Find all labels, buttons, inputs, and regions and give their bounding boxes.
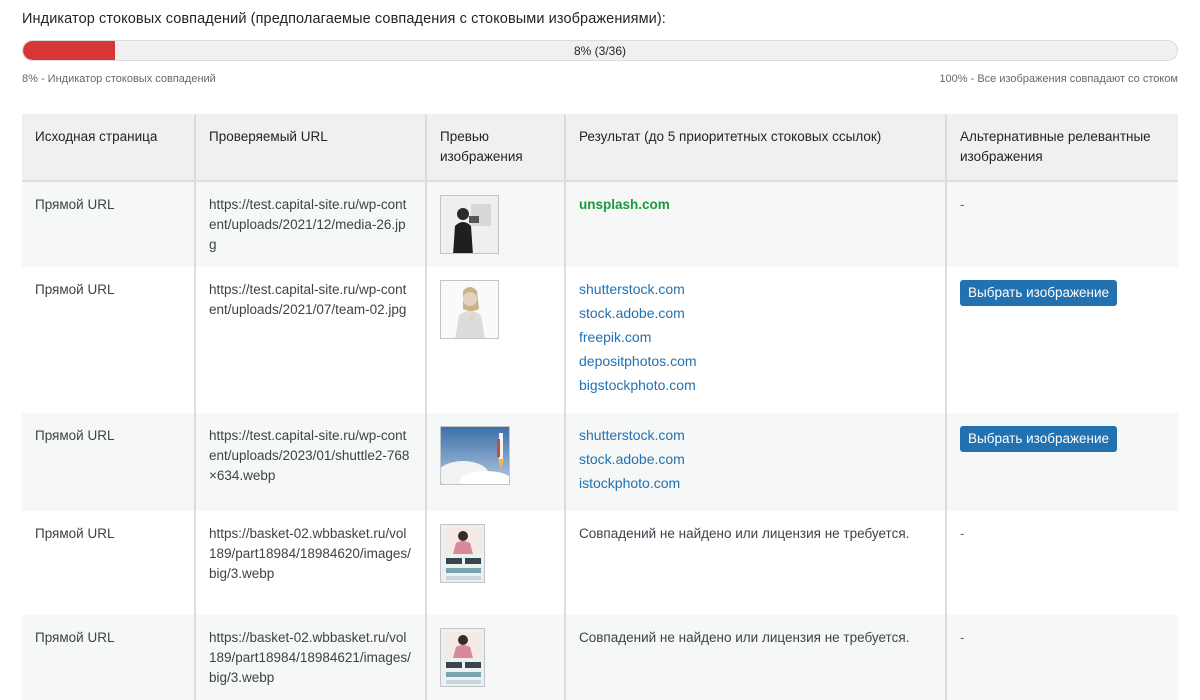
- table-row: Прямой URL https://test.capital-site.ru/…: [22, 267, 1178, 413]
- stock-match-report: Индикатор стоковых совпадений (предполаг…: [0, 0, 1200, 700]
- choose-image-button[interactable]: Выбрать изображение: [960, 280, 1118, 306]
- checked-url-cell[interactable]: https://test.capital-site.ru/wp-content/…: [195, 181, 427, 267]
- preview-cell: [426, 615, 566, 700]
- source-page-cell: Прямой URL: [22, 511, 196, 615]
- header-checked-url: Проверяемый URL: [195, 114, 427, 182]
- choose-image-button[interactable]: Выбрать изображение: [960, 426, 1118, 452]
- scale-right-label: 100% - Все изображения совпадают со сток…: [939, 73, 1178, 85]
- result-link[interactable]: freepik.com: [579, 325, 932, 349]
- header-preview: Превью изображения: [426, 114, 566, 182]
- alternatives-cell: Выбрать изображение: [946, 267, 1178, 413]
- result-link[interactable]: stock.adobe.com: [579, 301, 932, 325]
- preview-cell: [426, 413, 566, 511]
- photo-product-card-icon[interactable]: [440, 628, 485, 687]
- header-source-page: Исходная страница: [22, 114, 196, 182]
- preview-cell: [426, 511, 566, 615]
- indicator-title: Индикатор стоковых совпадений (предполаг…: [22, 11, 666, 27]
- stock-match-progress-bar: 8% (3/36): [22, 40, 1178, 61]
- result-link[interactable]: shutterstock.com: [579, 277, 932, 301]
- preview-cell: [426, 181, 566, 267]
- preview-cell: [426, 267, 566, 413]
- result-links-list: shutterstock.com stock.adobe.com istockp…: [579, 423, 932, 495]
- alternatives-empty: -: [960, 630, 965, 645]
- alternatives-empty: -: [960, 526, 965, 541]
- source-page-cell: Прямой URL: [22, 413, 196, 511]
- checked-url-cell[interactable]: https://test.capital-site.ru/wp-content/…: [195, 267, 427, 413]
- photo-rocket-launch-icon[interactable]: [440, 426, 510, 485]
- alternatives-cell: Выбрать изображение: [946, 413, 1178, 511]
- source-page-cell: Прямой URL: [22, 181, 196, 267]
- result-cell: Совпадений не найдено или лицензия не тр…: [565, 615, 947, 700]
- header-result: Результат (до 5 приоритетных стоковых сс…: [565, 114, 947, 182]
- result-cell: shutterstock.com stock.adobe.com istockp…: [565, 413, 947, 511]
- no-match-text: Совпадений не найдено или лицензия не тр…: [579, 526, 910, 541]
- scale-left-label: 8% - Индикатор стоковых совпадений: [22, 73, 216, 85]
- result-link[interactable]: depositphotos.com: [579, 349, 932, 373]
- result-link-unsplash[interactable]: unsplash.com: [579, 197, 670, 212]
- table-row: Прямой URL https://test.capital-site.ru/…: [22, 413, 1178, 511]
- result-link[interactable]: bigstockphoto.com: [579, 373, 932, 397]
- result-cell: Совпадений не найдено или лицензия не тр…: [565, 511, 947, 615]
- table-row: Прямой URL https://test.capital-site.ru/…: [22, 181, 1178, 267]
- photo-person-with-camera-icon[interactable]: [440, 195, 499, 254]
- progress-label: 8% (3/36): [573, 43, 627, 58]
- result-link[interactable]: stock.adobe.com: [579, 447, 932, 471]
- checked-url-cell[interactable]: https://basket-02.wbbasket.ru/vol189/par…: [195, 511, 427, 615]
- table-row: Прямой URL https://basket-02.wbbasket.ru…: [22, 511, 1178, 615]
- no-match-text: Совпадений не найдено или лицензия не тр…: [579, 630, 910, 645]
- photo-product-card-icon[interactable]: [440, 524, 485, 583]
- table-row: Прямой URL https://basket-02.wbbasket.ru…: [22, 615, 1178, 700]
- alternatives-cell: -: [946, 181, 1178, 267]
- source-page-cell: Прямой URL: [22, 615, 196, 700]
- result-link[interactable]: istockphoto.com: [579, 471, 932, 495]
- alternatives-cell: -: [946, 511, 1178, 615]
- checked-url-cell[interactable]: https://basket-02.wbbasket.ru/vol189/par…: [195, 615, 427, 700]
- result-cell: unsplash.com: [565, 181, 947, 267]
- photo-woman-portrait-icon[interactable]: [440, 280, 499, 339]
- header-alternatives: Альтернативные релевантные изображения: [946, 114, 1178, 182]
- alternatives-cell: -: [946, 615, 1178, 700]
- alternatives-empty: -: [960, 197, 965, 212]
- table-header-row: Исходная страница Проверяемый URL Превью…: [22, 114, 1178, 182]
- checked-url-cell[interactable]: https://test.capital-site.ru/wp-content/…: [195, 413, 427, 511]
- result-cell: shutterstock.com stock.adobe.com freepik…: [565, 267, 947, 413]
- results-table: Исходная страница Проверяемый URL Превью…: [22, 114, 1178, 700]
- source-page-cell: Прямой URL: [22, 267, 196, 413]
- result-link[interactable]: shutterstock.com: [579, 423, 932, 447]
- result-links-list: shutterstock.com stock.adobe.com freepik…: [579, 277, 932, 397]
